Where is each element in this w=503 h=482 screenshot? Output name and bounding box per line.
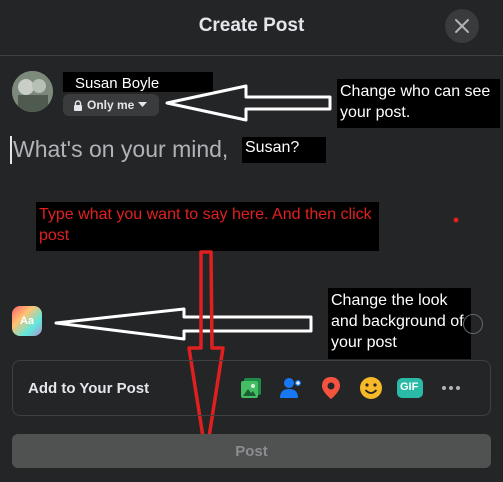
tag-people-icon[interactable]: [278, 375, 304, 401]
text-caret: [10, 136, 12, 164]
close-button[interactable]: [445, 9, 479, 43]
location-pin-icon[interactable]: [318, 375, 344, 401]
author-name-box: Susan Boyle: [63, 72, 213, 92]
post-button[interactable]: Post: [12, 434, 491, 468]
emoji-picker-icon[interactable]: [463, 314, 483, 334]
dialog-title: Create Post: [198, 15, 305, 36]
lock-icon: [74, 99, 82, 111]
gif-label: GIF: [400, 381, 419, 393]
privacy-selector[interactable]: Only me: [63, 94, 159, 116]
photo-video-icon[interactable]: [238, 375, 264, 401]
gif-icon[interactable]: GIF: [397, 375, 423, 401]
add-to-post-label: Add to Your Post: [28, 380, 150, 397]
background-arrow: [54, 307, 313, 341]
caret-down-icon: [138, 102, 148, 107]
privacy-label: Only me: [87, 98, 135, 112]
avatar[interactable]: [12, 71, 53, 112]
close-icon: [455, 19, 469, 33]
add-to-post-bar[interactable]: Add to Your Post GIF: [12, 360, 491, 416]
background-style-button[interactable]: Aa: [12, 306, 42, 336]
placeholder-name: Susan?: [245, 139, 300, 156]
author-name[interactable]: Susan Boyle: [75, 75, 159, 92]
type-annotation: Type what you want to say here. And then…: [36, 202, 379, 251]
dialog-header: Create Post: [0, 0, 503, 56]
feeling-emoji-icon[interactable]: [358, 375, 384, 401]
composer-placeholder: What's on your mind,: [13, 136, 229, 162]
background-annotation: Change the look and background of your p…: [328, 288, 471, 359]
privacy-annotation: Change who can see your post.: [337, 79, 500, 128]
placeholder-name-patch: Susan?: [242, 137, 326, 163]
red-dot: [453, 217, 459, 223]
profile-photo-icon: [12, 71, 53, 112]
more-icon[interactable]: [438, 375, 464, 401]
post-arrow: [187, 250, 225, 458]
